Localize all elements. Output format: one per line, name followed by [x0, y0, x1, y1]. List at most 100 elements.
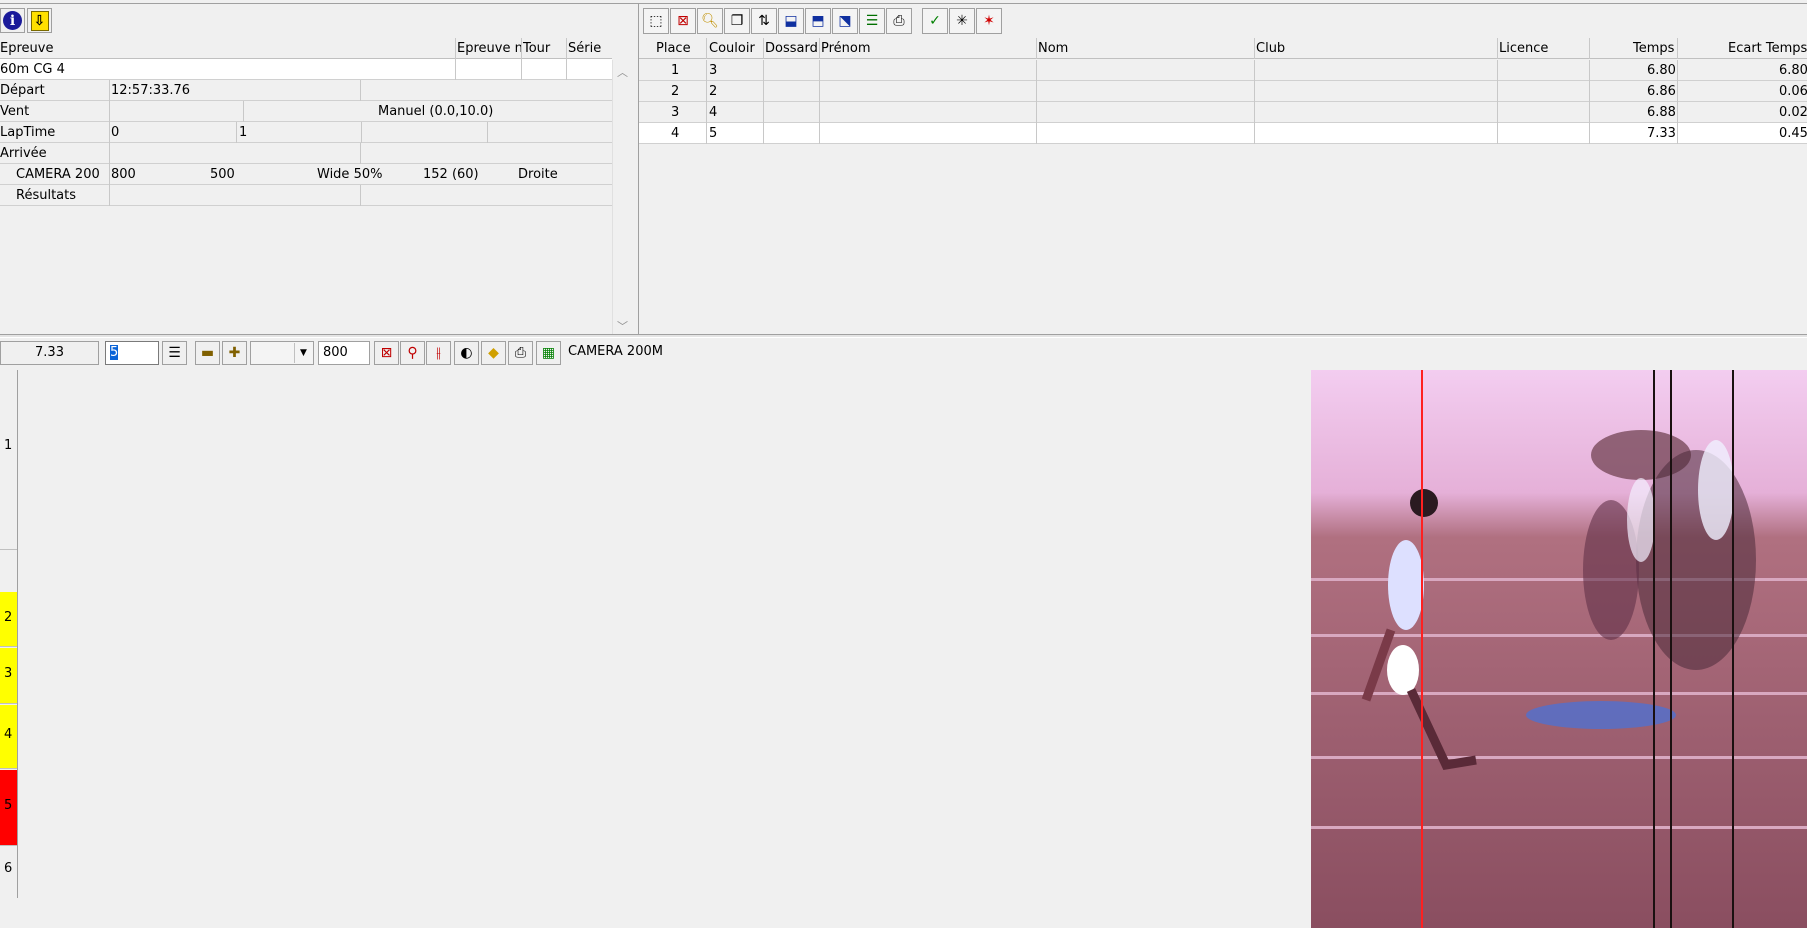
- send-icon: ⬔: [838, 13, 852, 29]
- camera-value-4: 152 (60): [423, 167, 479, 182]
- event-toolbar: i ⇩: [0, 8, 52, 36]
- chevron-down-icon[interactable]: ▼: [294, 343, 312, 363]
- header-club[interactable]: Club: [1256, 41, 1285, 56]
- camera-value-2: 500: [210, 167, 235, 182]
- laptime-a: 0: [111, 125, 120, 140]
- copy-button[interactable]: ❐: [724, 8, 750, 34]
- lane-label: 4: [4, 727, 13, 742]
- down-arrow-icon: ⇩: [30, 10, 49, 31]
- zoom-in-button[interactable]: ✚: [222, 341, 247, 365]
- sliders-icon: ☰: [168, 345, 181, 361]
- delete-button[interactable]: ⊠: [670, 8, 696, 34]
- lane-label: 3: [4, 666, 13, 681]
- sort-button[interactable]: ⇅: [751, 8, 777, 34]
- photo-finish-image[interactable]: [1311, 370, 1807, 928]
- camera-value-3: Wide 50%: [317, 167, 383, 182]
- header-temps[interactable]: Temps: [1633, 41, 1674, 56]
- lane-4[interactable]: 4: [0, 705, 17, 769]
- info-button[interactable]: i: [0, 8, 25, 33]
- horizontal-splitter[interactable]: [0, 334, 1807, 338]
- brightness-button[interactable]: ◆: [481, 341, 506, 365]
- header-dossard[interactable]: Dossard: [765, 41, 818, 56]
- lane-3[interactable]: 3: [0, 648, 17, 704]
- row-temps: 6.80: [1647, 63, 1676, 78]
- contrast-button[interactable]: ◐: [454, 341, 479, 365]
- arrivee-row[interactable]: Arrivée: [0, 143, 612, 164]
- cursor-lines-button[interactable]: ⫲: [426, 341, 451, 365]
- table-row[interactable]: 1 3 6.80 6.80: [639, 60, 1807, 81]
- grid-button[interactable]: ▦: [536, 341, 561, 365]
- depart-row[interactable]: Départ 12:57:33.76: [0, 80, 612, 101]
- camera-row[interactable]: CAMERA 200 800 500 Wide 50% 152 (60) Dro…: [0, 164, 612, 185]
- export-button[interactable]: ⬒: [805, 8, 831, 34]
- header-prenom[interactable]: Prénom: [821, 41, 871, 56]
- vent-value: Manuel (0.0,10.0): [378, 104, 494, 119]
- lane-6[interactable]: 6: [0, 847, 17, 898]
- row-place: 2: [671, 84, 680, 99]
- header-ecart[interactable]: Ecart Temps: [1728, 41, 1807, 56]
- lane-1[interactable]: 1: [0, 370, 17, 550]
- select-area-icon: ⬚: [649, 13, 663, 29]
- scroll-down-icon[interactable]: ﹀: [617, 318, 628, 334]
- print-button[interactable]: ⎙: [886, 8, 912, 34]
- event-name: 60m CG 4: [0, 62, 65, 77]
- laptime-b: 1: [239, 125, 248, 140]
- scroll-up-icon[interactable]: ︿: [617, 64, 628, 80]
- print-image-button[interactable]: ⎙: [508, 341, 533, 365]
- table-row[interactable]: 2 2 6.86 0.06: [639, 81, 1807, 102]
- header-place[interactable]: Place: [656, 41, 691, 56]
- send-button[interactable]: ⬔: [832, 8, 858, 34]
- select-area-button[interactable]: ⬚: [643, 8, 669, 34]
- header-serie[interactable]: Série: [568, 41, 601, 56]
- search-button[interactable]: 🔍︎: [697, 8, 723, 34]
- header-nom[interactable]: Nom: [1038, 41, 1068, 56]
- header-epreuve[interactable]: Epreuve: [0, 41, 53, 56]
- list-check-icon: ☰: [865, 13, 879, 29]
- header-tour[interactable]: Tour: [523, 41, 550, 56]
- contrast-icon: ◐: [460, 345, 473, 361]
- row-ecart: 0.06: [1779, 84, 1807, 99]
- depart-time: 12:57:33.76: [111, 83, 191, 98]
- resultats-row[interactable]: Résultats: [0, 185, 612, 206]
- print-icon: ⎙: [514, 345, 527, 361]
- mark-person-button[interactable]: ⚲: [400, 341, 425, 365]
- lane-input-value: 5: [110, 345, 119, 360]
- zoom-out-button[interactable]: ▬: [195, 341, 220, 365]
- split-button[interactable]: ✳: [949, 8, 975, 34]
- info-icon: i: [3, 11, 22, 30]
- event-scrollbar[interactable]: ︿ ﹀: [612, 60, 632, 336]
- table-row[interactable]: 3 4 6.88 0.02: [639, 102, 1807, 123]
- resolution-field[interactable]: 800: [318, 341, 370, 365]
- vent-row[interactable]: Vent Manuel (0.0,10.0): [0, 101, 612, 122]
- table-row-selected[interactable]: 4 5 7.33 0.45: [639, 123, 1807, 144]
- brightness-icon: ◆: [488, 345, 499, 361]
- lane-column: 1 2 3 4 5 6: [0, 370, 18, 898]
- list-check-button[interactable]: ☰: [859, 8, 885, 34]
- import-button[interactable]: ⬓: [778, 8, 804, 34]
- event-table: Epreuve Epreuve n Tour Série 60m CG 4 Dé…: [0, 38, 612, 206]
- time-readout: 7.33: [0, 341, 99, 365]
- print-icon: ⎙: [893, 13, 905, 29]
- lane-5[interactable]: 5: [0, 770, 17, 846]
- settings-button[interactable]: ☰: [162, 341, 187, 365]
- resultats-label: Résultats: [16, 188, 77, 203]
- viewer-toolbar: 7.33 5 ☰ ▬ ✚ ▼ 800 ⊠ ⚲ ⫲ ◐ ◆ ⎙ ▦ CAMERA …: [0, 340, 1807, 368]
- lane-2[interactable]: 2: [0, 592, 17, 647]
- accept-button[interactable]: ✓: [922, 8, 948, 34]
- event-name-row[interactable]: 60m CG 4: [0, 59, 612, 80]
- cancel-button[interactable]: ✶: [976, 8, 1002, 34]
- depart-label: Départ: [0, 83, 45, 98]
- header-epreuve-n[interactable]: Epreuve n: [457, 41, 523, 56]
- row-couloir: 2: [709, 84, 718, 99]
- lane-input[interactable]: 5: [105, 341, 159, 365]
- clear-marks-button[interactable]: ⊠: [374, 341, 399, 365]
- row-ecart: 0.45: [1779, 126, 1807, 141]
- header-couloir[interactable]: Couloir: [709, 41, 755, 56]
- laptime-row[interactable]: LapTime 0 1: [0, 122, 612, 143]
- event-header-row: Epreuve Epreuve n Tour Série: [0, 38, 612, 59]
- zoom-select[interactable]: ▼: [250, 341, 314, 365]
- lane-label: 1: [4, 438, 13, 453]
- header-licence[interactable]: Licence: [1499, 41, 1548, 56]
- down-button[interactable]: ⇩: [27, 8, 52, 33]
- arrivee-label: Arrivée: [0, 146, 47, 161]
